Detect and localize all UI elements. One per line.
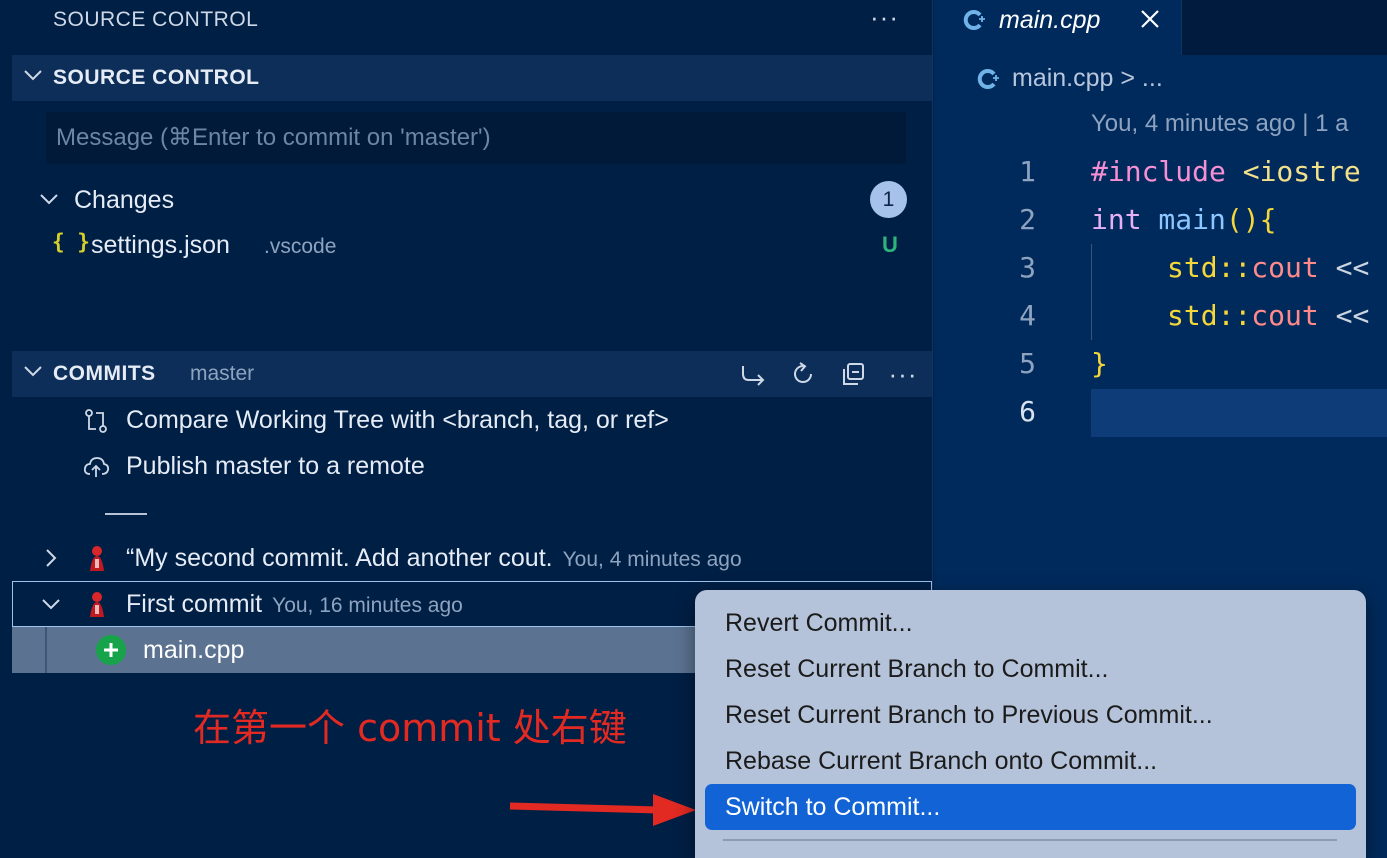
- commit-message-input[interactable]: [46, 112, 906, 164]
- author-avatar-icon: [90, 546, 104, 571]
- list-item[interactable]: Publish master to a remote: [12, 443, 932, 489]
- code-token: }: [1091, 347, 1108, 380]
- commit-list-separator: [12, 490, 932, 536]
- commits-section-header[interactable]: COMMITS master ···: [12, 351, 932, 397]
- more-actions-icon[interactable]: ···: [870, 2, 899, 33]
- list-item[interactable]: { } settings.json .vscode U: [12, 222, 932, 268]
- code-line[interactable]: 4 std::cout <<: [934, 293, 1387, 341]
- list-item[interactable]: Compare Working Tree with <branch, tag, …: [12, 397, 932, 443]
- menu-item-label: Rebase Current Branch onto Commit...: [725, 747, 1158, 775]
- menu-item-switch-to-commit[interactable]: Switch to Commit...: [705, 784, 1356, 830]
- code-token: #include: [1091, 155, 1226, 188]
- compare-icon: [85, 409, 107, 433]
- refresh-icon[interactable]: [788, 359, 818, 389]
- section-title: COMMITS: [53, 362, 156, 385]
- menu-item-label: Revert Commit...: [725, 609, 913, 637]
- publish-branch-action: Publish master to a remote: [126, 452, 425, 480]
- code-token: cout: [1251, 299, 1319, 332]
- divider: [105, 513, 147, 515]
- commits-toolbar: ···: [738, 359, 918, 389]
- commit-message: “My second commit. Add another cout.: [126, 544, 553, 572]
- code-line[interactable]: 6: [934, 389, 1387, 437]
- chevron-down-icon: [24, 366, 42, 377]
- compare-working-tree-action: Compare Working Tree with <branch, tag, …: [126, 406, 669, 434]
- changes-group[interactable]: Changes 1: [12, 176, 932, 222]
- line-number: 4: [1019, 299, 1036, 332]
- file-name: main.cpp: [143, 636, 245, 664]
- chevron-right-icon: [46, 549, 57, 567]
- code-token: <iostre: [1225, 155, 1361, 188]
- code-token: <<: [1318, 299, 1370, 332]
- line-number: 3: [1019, 251, 1036, 284]
- menu-item-label: Reset Current Branch to Commit...: [725, 655, 1109, 683]
- cloud-upload-icon: [83, 457, 110, 477]
- menu-item-revert-commit[interactable]: Revert Commit...: [705, 600, 1356, 646]
- branch-name: master: [190, 362, 255, 385]
- source-control-section-header[interactable]: SOURCE CONTROL: [12, 55, 932, 101]
- commit-author-time: You, 4 minutes ago: [562, 548, 742, 571]
- switch-branch-icon[interactable]: [738, 359, 768, 389]
- code-line[interactable]: 3 std::cout <<: [934, 245, 1387, 293]
- menu-item-label: Switch to Commit...: [725, 793, 941, 821]
- code-token: (): [1225, 203, 1260, 236]
- menu-separator: [723, 839, 1337, 841]
- untracked-status-badge: U: [882, 232, 898, 257]
- cpp-file-icon: [977, 69, 999, 89]
- annotation-text: 在第一个 commit 处右键: [193, 706, 627, 750]
- more-actions-icon[interactable]: ···: [888, 359, 918, 389]
- added-file-icon: [96, 635, 126, 665]
- chevron-down-icon: [42, 599, 60, 610]
- code-line[interactable]: 2 int main(){: [934, 197, 1387, 245]
- code-line[interactable]: 1 #include <iostre: [934, 149, 1387, 197]
- code-line[interactable]: 5 }: [934, 341, 1387, 389]
- close-icon[interactable]: [1139, 8, 1161, 30]
- code-token: <<: [1318, 251, 1370, 284]
- code-token: cout: [1251, 251, 1319, 284]
- line-number: 2: [1019, 203, 1036, 236]
- line-number: 5: [1019, 347, 1036, 380]
- json-file-icon: { }: [52, 230, 90, 254]
- collapse-all-icon[interactable]: [838, 359, 868, 389]
- menu-item-reset-branch[interactable]: Reset Current Branch to Commit...: [705, 646, 1356, 692]
- author-avatar-icon: [90, 592, 104, 617]
- tab-main-cpp[interactable]: main.cpp: [934, 0, 1182, 55]
- file-directory: .vscode: [264, 235, 337, 258]
- changes-label: Changes: [74, 186, 175, 214]
- cpp-file-icon: [963, 10, 985, 30]
- annotation-arrow-icon: [509, 794, 696, 826]
- section-title: SOURCE CONTROL: [53, 66, 260, 89]
- line-number: 1: [1019, 155, 1036, 188]
- changes-count-badge: 1: [870, 181, 907, 218]
- view-title: SOURCE CONTROL: [53, 8, 259, 31]
- tab-label: main.cpp: [999, 6, 1101, 34]
- commit-author-time: You, 16 minutes ago: [272, 594, 463, 617]
- code-token: main: [1141, 203, 1226, 236]
- chevron-down-icon: [40, 194, 58, 205]
- code-token: {: [1259, 203, 1277, 236]
- menu-item-reset-branch-previous[interactable]: Reset Current Branch to Previous Commit.…: [705, 692, 1356, 738]
- editor-tab-strip: main.cpp: [934, 0, 1387, 55]
- menu-item-rebase-branch[interactable]: Rebase Current Branch onto Commit...: [705, 738, 1356, 784]
- code-token: std::: [1167, 251, 1252, 284]
- commit-message: First commit: [126, 590, 263, 618]
- chevron-down-icon: [24, 70, 42, 81]
- line-number: 6: [1019, 395, 1036, 428]
- git-blame-annotation: You, 4 minutes ago | 1 a: [1091, 110, 1349, 137]
- code-token: int: [1091, 203, 1142, 236]
- file-name: settings.json: [91, 231, 230, 259]
- commit-context-menu: Revert Commit... Reset Current Branch to…: [695, 590, 1366, 858]
- tree-indent-guide: [45, 627, 47, 673]
- menu-item-label: Reset Current Branch to Previous Commit.…: [725, 701, 1213, 729]
- commit-row[interactable]: “My second commit. Add another cout. You,…: [12, 535, 932, 581]
- breadcrumb[interactable]: main.cpp > ...: [1012, 64, 1163, 93]
- code-token: std::: [1167, 299, 1252, 332]
